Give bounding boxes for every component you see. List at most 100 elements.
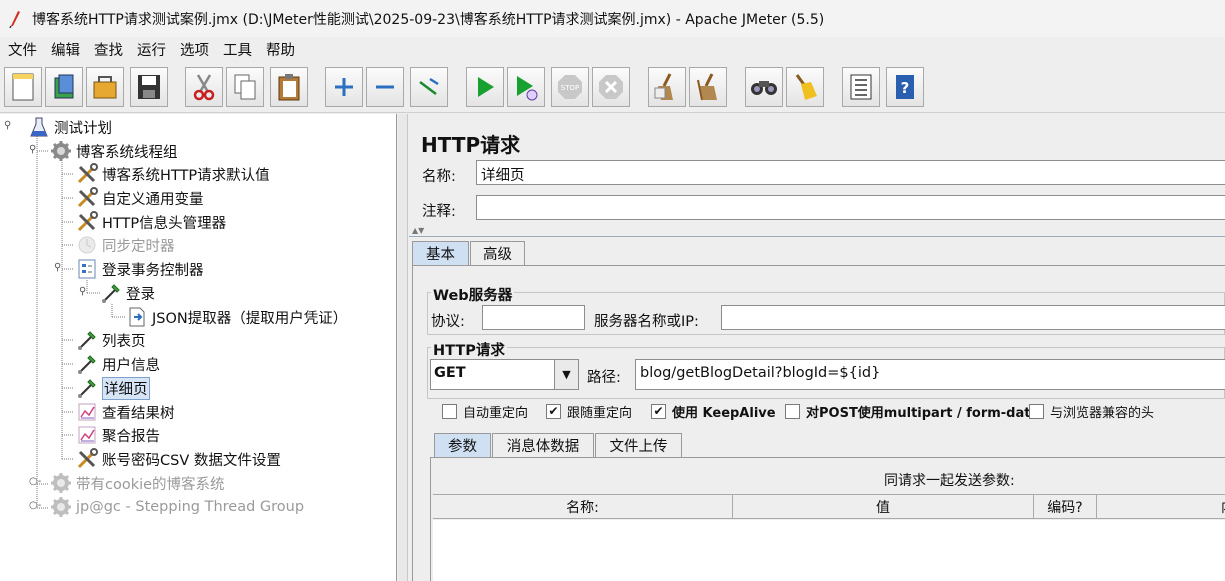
path-label: 路径: xyxy=(587,370,621,386)
sampler-icon xyxy=(76,377,98,399)
transaction-controller-icon xyxy=(76,258,98,280)
search-button[interactable] xyxy=(745,67,783,107)
tree-node[interactable]: 测试计划 xyxy=(28,116,112,138)
clear-all-button[interactable] xyxy=(689,67,727,107)
checkbox-label: 对POST使用multipart / form-data xyxy=(806,406,1040,421)
comment-field[interactable] xyxy=(476,195,1225,220)
tree-node[interactable]: 博客系统HTTP请求默认值 xyxy=(76,163,270,185)
start-icon xyxy=(478,77,494,97)
start-no-pause-button[interactable] xyxy=(507,67,545,107)
jmeter-feather-icon xyxy=(8,10,22,28)
listener-icon xyxy=(76,401,98,423)
menu-help[interactable]: 帮助 xyxy=(266,39,295,60)
tree-expand-handle-icon[interactable]: ○- xyxy=(29,500,41,511)
cut-button[interactable] xyxy=(185,67,223,107)
open-button[interactable] xyxy=(86,67,124,107)
tree-node[interactable]: 博客系统线程组 xyxy=(50,140,178,162)
tree-node[interactable]: 自定义通用变量 xyxy=(76,187,204,209)
server-name-field[interactable] xyxy=(721,305,1225,330)
menu-bar: 文件 编辑 查找 运行 选项 工具 帮助 xyxy=(0,37,1225,62)
check-icon[interactable]: ✔ xyxy=(651,404,666,419)
check-icon[interactable]: ✔ xyxy=(546,404,561,419)
column-name[interactable]: 名称: xyxy=(433,495,733,519)
tree-node-label: 自定义通用变量 xyxy=(102,191,204,208)
tree-node[interactable]: 详细页 xyxy=(76,376,150,400)
tree-expand-handle-icon[interactable]: ⚲ xyxy=(4,120,11,131)
tree-node[interactable]: jp@gc - Stepping Thread Group xyxy=(50,496,304,518)
tree-expand-handle-icon[interactable]: ⚲ xyxy=(54,262,61,273)
chevron-down-icon[interactable]: ▼ xyxy=(554,360,578,389)
copy-button[interactable] xyxy=(226,67,264,107)
new-button[interactable] xyxy=(4,67,42,107)
tab-advanced[interactable]: 高级 xyxy=(470,241,525,265)
menu-options[interactable]: 选项 xyxy=(180,39,209,60)
split-pane-divider[interactable] xyxy=(398,114,408,581)
tree-expand-handle-icon[interactable]: ⚲ xyxy=(79,286,86,297)
menu-tools[interactable]: 工具 xyxy=(223,39,252,60)
tree-node[interactable]: 同步定时器 xyxy=(76,234,175,256)
checkbox-label: 与浏览器兼容的头 xyxy=(1050,406,1155,421)
keepalive-checkbox[interactable]: ✔ 使用 KeepAlive xyxy=(651,402,776,421)
protocol-field[interactable] xyxy=(482,305,585,330)
config-element-icon xyxy=(76,163,98,185)
checkbox-box[interactable] xyxy=(1029,404,1044,419)
browser-compatible-headers-checkbox[interactable]: 与浏览器兼容的头 xyxy=(1029,402,1154,421)
column-encode[interactable]: 编码? xyxy=(1034,495,1097,519)
menu-edit[interactable]: 编辑 xyxy=(51,39,80,60)
expand-button[interactable] xyxy=(325,67,363,107)
tree-node[interactable]: 查看结果树 xyxy=(76,401,175,423)
tree-node[interactable]: 用户信息 xyxy=(76,353,160,375)
checkbox-box[interactable] xyxy=(785,404,800,419)
tree-node[interactable]: 带有cookie的博客系统 xyxy=(50,472,225,494)
tree-node[interactable]: 账号密码CSV 数据文件设置 xyxy=(76,448,281,470)
collapse-arrows-icon[interactable]: ▲▼ xyxy=(412,226,424,235)
tab-basic[interactable]: 基本 xyxy=(412,241,469,265)
copy-icon xyxy=(234,74,256,100)
paste-icon xyxy=(278,74,300,101)
menu-file[interactable]: 文件 xyxy=(8,39,37,60)
auto-redirect-checkbox[interactable]: 自动重定向 xyxy=(442,402,528,421)
templates-button[interactable] xyxy=(45,67,83,107)
save-button[interactable] xyxy=(130,67,168,107)
method-value: GET xyxy=(434,365,466,381)
reset-search-icon xyxy=(795,74,817,100)
tree-node[interactable]: HTTP信息头管理器 xyxy=(76,211,226,233)
follow-redirects-checkbox[interactable]: ✔ 跟随重定向 xyxy=(546,402,632,421)
tree-node[interactable]: 登录 xyxy=(100,282,155,304)
svg-text:STOP: STOP xyxy=(561,84,579,92)
tree-node[interactable]: JSON提取器（提取用户凭证） xyxy=(126,306,347,328)
function-helper-button[interactable] xyxy=(842,67,880,107)
path-field[interactable]: blog/getBlogDetail?blogId=${id} xyxy=(635,359,1225,390)
templates-icon xyxy=(54,74,74,99)
tree-node-label: HTTP信息头管理器 xyxy=(102,215,227,232)
column-content-type[interactable]: 内 xyxy=(1097,495,1225,519)
tree-node[interactable]: 列表页 xyxy=(76,329,146,351)
clear-button[interactable] xyxy=(648,67,686,107)
subtab-file-upload[interactable]: 文件上传 xyxy=(595,433,682,457)
tree-expand-handle-icon[interactable]: ⚲ xyxy=(29,144,36,155)
subtab-parameters[interactable]: 参数 xyxy=(434,433,491,457)
toggle-button[interactable] xyxy=(410,67,448,107)
start-button[interactable] xyxy=(466,67,504,107)
tree-expand-handle-icon[interactable]: ○- xyxy=(29,476,41,487)
stop-button[interactable]: STOP xyxy=(551,67,589,107)
http-request-panel: HTTP请求 名称: 详细页 注释: ▲▼ 基本 高级 Web服务器 协议: 服… xyxy=(409,114,1225,581)
cut-icon xyxy=(193,74,215,101)
subtab-body-data[interactable]: 消息体数据 xyxy=(492,433,594,457)
tree-node[interactable]: 聚合报告 xyxy=(76,424,160,446)
paste-button[interactable] xyxy=(270,67,308,107)
help-button[interactable]: ? xyxy=(886,67,924,107)
multipart-checkbox[interactable]: 对POST使用multipart / form-data xyxy=(785,402,1039,421)
title-bar: 博客系统HTTP请求测试案例.jmx (D:\JMeter性能测试\2025-0… xyxy=(0,0,1225,37)
name-field[interactable]: 详细页 xyxy=(476,160,1225,185)
comment-label: 注释: xyxy=(422,204,456,220)
method-select[interactable]: GET ▼ xyxy=(430,359,579,390)
menu-search[interactable]: 查找 xyxy=(94,39,123,60)
shutdown-button[interactable] xyxy=(592,67,630,107)
checkbox-box[interactable] xyxy=(442,404,457,419)
tree-node[interactable]: 登录事务控制器 xyxy=(76,258,204,280)
collapse-button[interactable] xyxy=(366,67,404,107)
menu-run[interactable]: 运行 xyxy=(137,39,166,60)
reset-search-button[interactable] xyxy=(786,67,824,107)
column-value[interactable]: 值 xyxy=(733,495,1034,519)
